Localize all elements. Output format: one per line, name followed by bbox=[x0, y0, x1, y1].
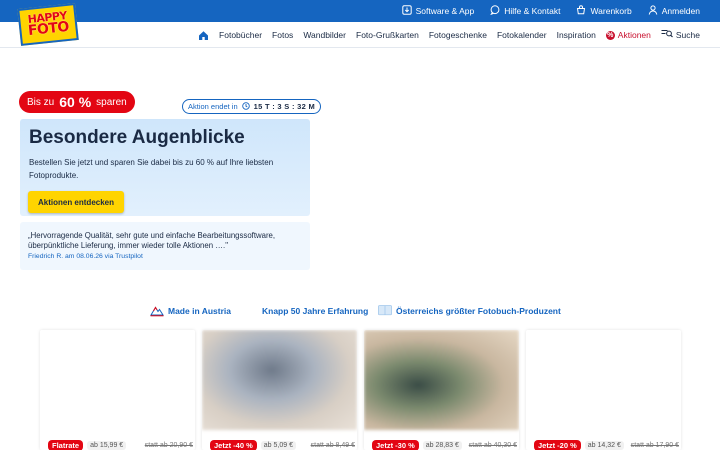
price-old: statt ab 8,49 € bbox=[310, 441, 355, 449]
discount-badge: Jetzt -30 % bbox=[372, 439, 419, 450]
product-image bbox=[40, 330, 195, 430]
hero-banner: Besondere Augenblicke Bestellen Sie jetz… bbox=[20, 119, 310, 216]
price-old: statt ab 40,30 € bbox=[468, 441, 517, 449]
nav-item-foto-grusskarten[interactable]: Foto-Grußkarten bbox=[356, 30, 419, 40]
cart-label: Warenkorb bbox=[590, 6, 632, 16]
usp-label: Made in Austria bbox=[168, 306, 231, 316]
promo-countdown: Aktion endet in 15 T : 3 S : 32 M bbox=[182, 99, 321, 114]
search-icon bbox=[661, 29, 673, 41]
countdown-label: Aktion endet in bbox=[188, 102, 238, 111]
product-image bbox=[526, 330, 681, 430]
nav-item-fotogeschenke[interactable]: Fotogeschenke bbox=[429, 30, 487, 40]
price-old: statt ab 20,90 € bbox=[144, 441, 193, 449]
product-card-2[interactable]: Jetzt -40 % ab 5,09 € statt ab 8,49 € bbox=[202, 330, 357, 450]
happy-foto-logo[interactable]: HAPPY FOTO bbox=[17, 3, 79, 46]
download-icon bbox=[401, 5, 412, 17]
nav-item-aktionen-label: Aktionen bbox=[617, 30, 651, 40]
price-old: statt ab 17,90 € bbox=[630, 441, 679, 449]
product-card-flatrate[interactable]: Flatrate ab 15,99 € statt ab 20,90 € bbox=[40, 330, 195, 450]
percent-badge-icon: % bbox=[605, 30, 615, 40]
help-contact-link[interactable]: Hilfe & Kontakt bbox=[490, 5, 560, 17]
savings-value: 60 % bbox=[59, 94, 92, 110]
nav-item-wandbilder[interactable]: Wandbilder bbox=[303, 30, 346, 40]
price-from: ab 15,99 € bbox=[87, 440, 127, 450]
nav-item-fotobuecher[interactable]: Fotobücher bbox=[219, 30, 262, 40]
hero-text: Bestellen Sie jetzt und sparen Sie dabei… bbox=[29, 158, 274, 180]
user-icon bbox=[648, 5, 658, 17]
discount-badge: Flatrate bbox=[48, 439, 84, 450]
product-image bbox=[364, 330, 519, 430]
usp-label: Knapp 50 Jahre Erfahrung bbox=[262, 306, 369, 316]
usp-experience: Knapp 50 Jahre Erfahrung bbox=[262, 302, 368, 320]
software-app-label: Software & App bbox=[415, 6, 475, 16]
mountain-icon bbox=[150, 303, 164, 319]
savings-badge: Bis zu 60 % sparen bbox=[19, 91, 135, 113]
usp-bar: Made in Austria Knapp 50 Jahre Erfahrung… bbox=[0, 302, 720, 320]
review-text: „Hervorragende Qualität, sehr gute und e… bbox=[28, 231, 276, 250]
price-row: Flatrate ab 15,99 € statt ab 20,90 € bbox=[48, 438, 193, 450]
chat-icon bbox=[490, 5, 500, 17]
product-image bbox=[202, 330, 357, 430]
review-source[interactable]: Friedrich R. am 08.06.26 via Trustpilot bbox=[28, 253, 143, 260]
search-button[interactable]: Suche bbox=[661, 29, 700, 41]
top-bar: Software & App Hilfe & Kontakt Warenkorb… bbox=[0, 0, 720, 22]
discount-badge: Jetzt -20 % bbox=[534, 439, 581, 450]
customer-review: „Hervorragende Qualität, sehr gute und e… bbox=[20, 222, 310, 270]
savings-suffix: sparen bbox=[96, 96, 127, 108]
software-app-link[interactable]: Software & App bbox=[401, 5, 475, 17]
cart-icon bbox=[576, 5, 586, 17]
nav-item-aktionen[interactable]: % Aktionen bbox=[605, 30, 651, 40]
photobook-icon bbox=[378, 303, 392, 319]
price-from: ab 28,83 € bbox=[422, 440, 462, 450]
discover-offers-button[interactable]: Aktionen entdecken bbox=[28, 191, 124, 213]
login-label: Anmelden bbox=[661, 6, 700, 16]
login-link[interactable]: Anmelden bbox=[648, 5, 700, 17]
help-contact-label: Hilfe & Kontakt bbox=[504, 6, 561, 16]
product-card-3[interactable]: Jetzt -30 % ab 28,83 € statt ab 40,30 € bbox=[364, 330, 519, 450]
main-navigation: Fotobücher Fotos Wandbilder Foto-Grußkar… bbox=[0, 22, 720, 48]
clock-icon bbox=[241, 101, 250, 112]
price-from: ab 5,09 € bbox=[260, 440, 296, 450]
price-from: ab 14,32 € bbox=[584, 440, 624, 450]
nav-item-fotos[interactable]: Fotos bbox=[272, 30, 293, 40]
savings-prefix: Bis zu bbox=[27, 96, 55, 108]
search-label: Suche bbox=[675, 30, 700, 40]
product-card-4[interactable]: Jetzt -20 % ab 14,32 € statt ab 17,90 € bbox=[526, 330, 681, 450]
usp-made-in-austria: Made in Austria bbox=[150, 302, 231, 320]
discount-badge: Jetzt -40 % bbox=[210, 439, 257, 450]
usp-largest-producer: Österreichs größter Fotobuch-Produzent bbox=[378, 302, 561, 320]
usp-label: Österreichs größter Fotobuch-Produzent bbox=[396, 306, 561, 316]
home-icon[interactable] bbox=[198, 30, 209, 41]
price-row: Jetzt -20 % ab 14,32 € statt ab 17,90 € bbox=[534, 438, 679, 450]
hero-title: Besondere Augenblicke bbox=[29, 127, 245, 148]
nav-item-inspiration[interactable]: Inspiration bbox=[557, 30, 596, 40]
price-row: Jetzt -30 % ab 28,83 € statt ab 40,30 € bbox=[372, 438, 517, 450]
cart-link[interactable]: Warenkorb bbox=[576, 5, 632, 17]
logo-line2: FOTO bbox=[27, 18, 70, 40]
nav-item-fotokalender[interactable]: Fotokalender bbox=[497, 30, 547, 40]
countdown-value: 15 T : 3 S : 32 M bbox=[253, 102, 315, 111]
price-row: Jetzt -40 % ab 5,09 € statt ab 8,49 € bbox=[210, 438, 355, 450]
